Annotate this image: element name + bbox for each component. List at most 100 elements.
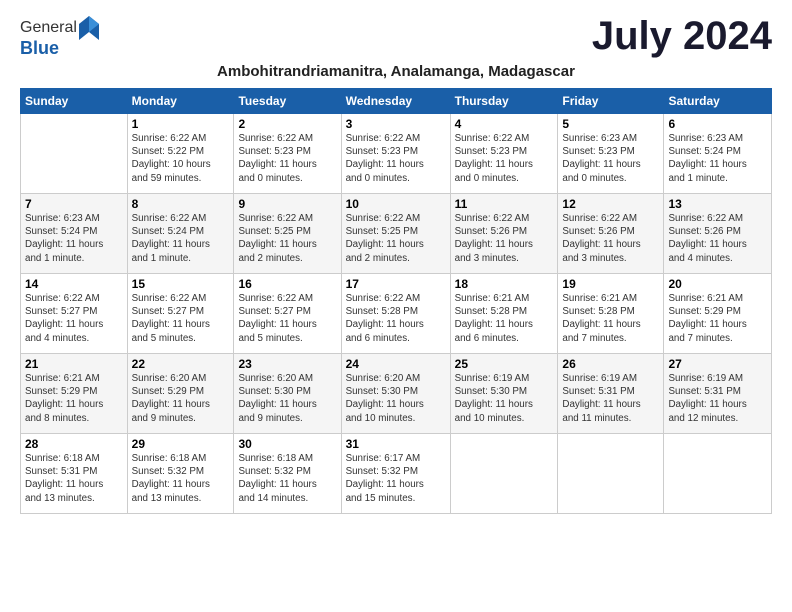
day-info: Sunrise: 6:18 AM Sunset: 5:32 PM Dayligh… [238, 452, 336, 505]
day-number: 28 [25, 437, 123, 451]
header: General Blue July 2024 [20, 16, 772, 59]
day-number: 15 [132, 277, 230, 291]
calendar-day-cell: 1Sunrise: 6:22 AM Sunset: 5:22 PM Daylig… [127, 114, 234, 194]
calendar-header-cell: Sunday [21, 89, 128, 114]
day-number: 5 [562, 117, 659, 131]
day-info: Sunrise: 6:20 AM Sunset: 5:30 PM Dayligh… [346, 372, 446, 425]
calendar-header-cell: Tuesday [234, 89, 341, 114]
day-number: 4 [455, 117, 554, 131]
calendar-day-cell: 29Sunrise: 6:18 AM Sunset: 5:32 PM Dayli… [127, 434, 234, 514]
calendar-day-cell: 18Sunrise: 6:21 AM Sunset: 5:28 PM Dayli… [450, 274, 558, 354]
day-info: Sunrise: 6:17 AM Sunset: 5:32 PM Dayligh… [346, 452, 446, 505]
day-number: 12 [562, 197, 659, 211]
day-number: 24 [346, 357, 446, 371]
day-number: 29 [132, 437, 230, 451]
calendar-day-cell: 19Sunrise: 6:21 AM Sunset: 5:28 PM Dayli… [558, 274, 664, 354]
calendar-day-cell: 26Sunrise: 6:19 AM Sunset: 5:31 PM Dayli… [558, 354, 664, 434]
calendar-header-cell: Thursday [450, 89, 558, 114]
day-info: Sunrise: 6:22 AM Sunset: 5:22 PM Dayligh… [132, 132, 230, 185]
day-info: Sunrise: 6:22 AM Sunset: 5:23 PM Dayligh… [455, 132, 554, 185]
calendar-day-cell: 6Sunrise: 6:23 AM Sunset: 5:24 PM Daylig… [664, 114, 772, 194]
calendar-day-cell: 14Sunrise: 6:22 AM Sunset: 5:27 PM Dayli… [21, 274, 128, 354]
day-info: Sunrise: 6:23 AM Sunset: 5:23 PM Dayligh… [562, 132, 659, 185]
day-number: 17 [346, 277, 446, 291]
day-info: Sunrise: 6:21 AM Sunset: 5:29 PM Dayligh… [25, 372, 123, 425]
logo-icon [79, 16, 99, 40]
day-info: Sunrise: 6:19 AM Sunset: 5:31 PM Dayligh… [562, 372, 659, 425]
calendar-day-cell: 10Sunrise: 6:22 AM Sunset: 5:25 PM Dayli… [341, 194, 450, 274]
logo-blue: Blue [20, 38, 99, 59]
day-info: Sunrise: 6:19 AM Sunset: 5:31 PM Dayligh… [668, 372, 767, 425]
day-number: 27 [668, 357, 767, 371]
day-info: Sunrise: 6:22 AM Sunset: 5:23 PM Dayligh… [346, 132, 446, 185]
day-number: 22 [132, 357, 230, 371]
day-info: Sunrise: 6:22 AM Sunset: 5:27 PM Dayligh… [132, 292, 230, 345]
calendar-day-cell: 30Sunrise: 6:18 AM Sunset: 5:32 PM Dayli… [234, 434, 341, 514]
month-title: July 2024 [592, 16, 772, 56]
calendar-day-cell: 9Sunrise: 6:22 AM Sunset: 5:25 PM Daylig… [234, 194, 341, 274]
day-info: Sunrise: 6:22 AM Sunset: 5:27 PM Dayligh… [238, 292, 336, 345]
calendar-day-cell: 23Sunrise: 6:20 AM Sunset: 5:30 PM Dayli… [234, 354, 341, 434]
calendar-day-cell: 28Sunrise: 6:18 AM Sunset: 5:31 PM Dayli… [21, 434, 128, 514]
day-number: 26 [562, 357, 659, 371]
calendar-header-cell: Friday [558, 89, 664, 114]
logo-general: General [20, 19, 77, 37]
day-number: 9 [238, 197, 336, 211]
day-number: 16 [238, 277, 336, 291]
calendar-day-cell [450, 434, 558, 514]
calendar-day-cell: 25Sunrise: 6:19 AM Sunset: 5:30 PM Dayli… [450, 354, 558, 434]
calendar-day-cell: 3Sunrise: 6:22 AM Sunset: 5:23 PM Daylig… [341, 114, 450, 194]
day-number: 2 [238, 117, 336, 131]
calendar-day-cell: 20Sunrise: 6:21 AM Sunset: 5:29 PM Dayli… [664, 274, 772, 354]
day-number: 14 [25, 277, 123, 291]
calendar: SundayMondayTuesdayWednesdayThursdayFrid… [20, 88, 772, 514]
day-info: Sunrise: 6:19 AM Sunset: 5:30 PM Dayligh… [455, 372, 554, 425]
day-info: Sunrise: 6:22 AM Sunset: 5:24 PM Dayligh… [132, 212, 230, 265]
calendar-day-cell: 16Sunrise: 6:22 AM Sunset: 5:27 PM Dayli… [234, 274, 341, 354]
calendar-day-cell: 24Sunrise: 6:20 AM Sunset: 5:30 PM Dayli… [341, 354, 450, 434]
calendar-week-row: 1Sunrise: 6:22 AM Sunset: 5:22 PM Daylig… [21, 114, 772, 194]
day-info: Sunrise: 6:22 AM Sunset: 5:27 PM Dayligh… [25, 292, 123, 345]
day-number: 31 [346, 437, 446, 451]
day-info: Sunrise: 6:22 AM Sunset: 5:25 PM Dayligh… [238, 212, 336, 265]
calendar-day-cell: 8Sunrise: 6:22 AM Sunset: 5:24 PM Daylig… [127, 194, 234, 274]
day-info: Sunrise: 6:21 AM Sunset: 5:29 PM Dayligh… [668, 292, 767, 345]
day-number: 23 [238, 357, 336, 371]
subtitle: Ambohitrandriamanitra, Analamanga, Madag… [20, 63, 772, 80]
day-number: 13 [668, 197, 767, 211]
day-info: Sunrise: 6:21 AM Sunset: 5:28 PM Dayligh… [455, 292, 554, 345]
day-info: Sunrise: 6:22 AM Sunset: 5:26 PM Dayligh… [668, 212, 767, 265]
calendar-day-cell: 4Sunrise: 6:22 AM Sunset: 5:23 PM Daylig… [450, 114, 558, 194]
day-info: Sunrise: 6:18 AM Sunset: 5:32 PM Dayligh… [132, 452, 230, 505]
day-info: Sunrise: 6:23 AM Sunset: 5:24 PM Dayligh… [668, 132, 767, 185]
calendar-header-cell: Monday [127, 89, 234, 114]
day-number: 1 [132, 117, 230, 131]
day-number: 25 [455, 357, 554, 371]
day-number: 18 [455, 277, 554, 291]
calendar-day-cell: 21Sunrise: 6:21 AM Sunset: 5:29 PM Dayli… [21, 354, 128, 434]
day-number: 6 [668, 117, 767, 131]
page: General Blue July 2024 Ambohitrandriaman… [0, 0, 792, 526]
day-number: 10 [346, 197, 446, 211]
day-number: 8 [132, 197, 230, 211]
calendar-header-cell: Saturday [664, 89, 772, 114]
day-number: 20 [668, 277, 767, 291]
day-number: 3 [346, 117, 446, 131]
day-info: Sunrise: 6:18 AM Sunset: 5:31 PM Dayligh… [25, 452, 123, 505]
calendar-day-cell: 15Sunrise: 6:22 AM Sunset: 5:27 PM Dayli… [127, 274, 234, 354]
calendar-day-cell: 11Sunrise: 6:22 AM Sunset: 5:26 PM Dayli… [450, 194, 558, 274]
calendar-header-cell: Wednesday [341, 89, 450, 114]
day-info: Sunrise: 6:22 AM Sunset: 5:28 PM Dayligh… [346, 292, 446, 345]
calendar-day-cell: 5Sunrise: 6:23 AM Sunset: 5:23 PM Daylig… [558, 114, 664, 194]
day-number: 21 [25, 357, 123, 371]
calendar-day-cell: 31Sunrise: 6:17 AM Sunset: 5:32 PM Dayli… [341, 434, 450, 514]
calendar-header-row: SundayMondayTuesdayWednesdayThursdayFrid… [21, 89, 772, 114]
calendar-day-cell: 12Sunrise: 6:22 AM Sunset: 5:26 PM Dayli… [558, 194, 664, 274]
day-info: Sunrise: 6:23 AM Sunset: 5:24 PM Dayligh… [25, 212, 123, 265]
calendar-day-cell: 7Sunrise: 6:23 AM Sunset: 5:24 PM Daylig… [21, 194, 128, 274]
calendar-day-cell: 22Sunrise: 6:20 AM Sunset: 5:29 PM Dayli… [127, 354, 234, 434]
day-info: Sunrise: 6:20 AM Sunset: 5:30 PM Dayligh… [238, 372, 336, 425]
calendar-day-cell [664, 434, 772, 514]
day-number: 19 [562, 277, 659, 291]
day-number: 11 [455, 197, 554, 211]
